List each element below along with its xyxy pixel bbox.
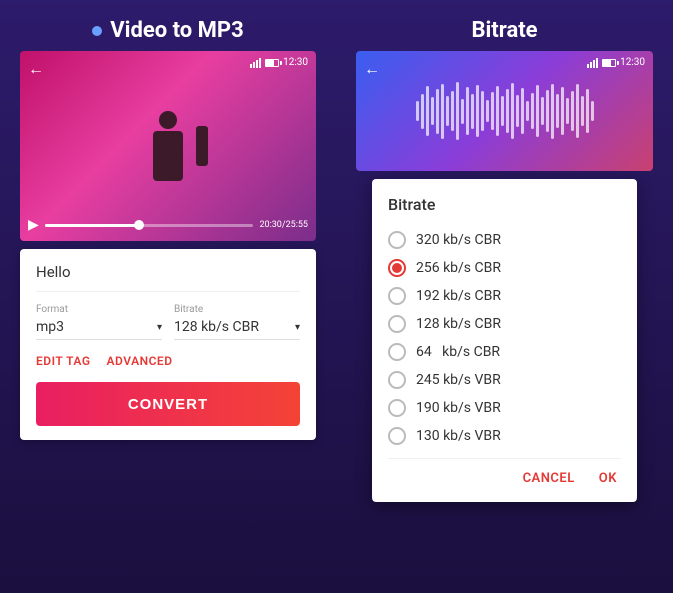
radio-button-3[interactable] — [388, 315, 406, 333]
right-panel: Bitrate 12:30 ← — [336, 0, 673, 593]
time-display: 20:30/25:55 — [259, 220, 308, 230]
bitrate-option-label-1: 256 kb/s CBR — [416, 260, 501, 276]
bitrate-value: 128 kb/s CBR — [174, 319, 291, 335]
bitrate-option-label-5: 245 kb/s VBR — [416, 372, 501, 388]
radio-button-7[interactable] — [388, 427, 406, 445]
bitrate-option-2[interactable]: 192 kb/s CBR — [388, 282, 621, 310]
play-button[interactable]: ▶ — [28, 217, 39, 233]
bitrate-option-label-2: 192 kb/s CBR — [416, 288, 501, 304]
right-panel-title: Bitrate — [471, 18, 537, 43]
left-panel-title: Video to MP3 — [92, 18, 243, 43]
bitrate-select[interactable]: 128 kb/s CBR ▾ — [174, 319, 300, 340]
bitrate-option-3[interactable]: 128 kb/s CBR — [388, 310, 621, 338]
battery-icon-right — [602, 59, 616, 67]
conversion-card: Hello Format mp3 ▾ Bitrate 128 kb/s CBR … — [20, 249, 316, 440]
bitrate-option-label-7: 130 kb/s VBR — [416, 428, 501, 444]
radio-button-2[interactable] — [388, 287, 406, 305]
audio-visualizer: 12:30 ← — [356, 51, 653, 171]
radio-button-5[interactable] — [388, 371, 406, 389]
radio-button-4[interactable] — [388, 343, 406, 361]
bitrate-option-5[interactable]: 245 kb/s VBR — [388, 366, 621, 394]
advanced-button[interactable]: ADVANCED — [107, 354, 173, 368]
dialog-actions: CANCEL OK — [388, 458, 621, 494]
bitrate-option-4[interactable]: 64 kb/s CBR — [388, 338, 621, 366]
format-bitrate-row: Format mp3 ▾ Bitrate 128 kb/s CBR ▾ — [36, 304, 300, 340]
format-select[interactable]: mp3 ▾ — [36, 319, 162, 340]
battery-icon — [265, 59, 279, 67]
cancel-button[interactable]: CANCEL — [519, 467, 579, 490]
back-button-right[interactable]: ← — [364, 59, 380, 79]
format-arrow-icon: ▾ — [157, 322, 162, 333]
bitrate-option-label-3: 128 kb/s CBR — [416, 316, 501, 332]
radio-button-1[interactable] — [388, 259, 406, 277]
music-dot-icon — [92, 26, 102, 36]
bitrate-dialog: Bitrate 320 kb/s CBR 256 kb/s CBR 192 kb… — [372, 179, 637, 502]
status-bar-right: 12:30 — [587, 57, 645, 68]
bitrate-arrow-icon: ▾ — [295, 322, 300, 333]
bitrate-option-label-4: 64 kb/s CBR — [416, 344, 500, 360]
format-label: Format — [36, 304, 162, 315]
bitrate-dropdown-group: Bitrate 128 kb/s CBR ▾ — [174, 304, 300, 340]
bitrate-option-7[interactable]: 130 kb/s VBR — [388, 422, 621, 450]
radio-button-0[interactable] — [388, 231, 406, 249]
bitrate-option-6[interactable]: 190 kb/s VBR — [388, 394, 621, 422]
convert-button[interactable]: CONVERT — [36, 382, 300, 426]
bitrate-option-label-6: 190 kb/s VBR — [416, 400, 501, 416]
bitrate-option-1[interactable]: 256 kb/s CBR — [388, 254, 621, 282]
video-player[interactable]: 12:30 ← ▶ 20:30/25:55 — [20, 51, 316, 241]
format-dropdown-group: Format mp3 ▾ — [36, 304, 162, 340]
video-silhouette — [138, 111, 198, 211]
progress-bar[interactable] — [45, 224, 254, 227]
card-actions: EDIT TAG ADVANCED — [36, 354, 300, 368]
format-value: mp3 — [36, 319, 153, 335]
dialog-title: Bitrate — [388, 195, 621, 214]
waveform-display — [416, 81, 594, 141]
signal-icon — [250, 58, 261, 68]
signal-icon-right — [587, 58, 598, 68]
left-panel: Video to MP3 12:30 ← ▶ — [0, 0, 336, 593]
bitrate-option-0[interactable]: 320 kb/s CBR — [388, 226, 621, 254]
radio-button-6[interactable] — [388, 399, 406, 417]
filename-text: Hello — [36, 263, 300, 292]
edit-tag-button[interactable]: EDIT TAG — [36, 354, 91, 368]
bitrate-option-label-0: 320 kb/s CBR — [416, 232, 501, 248]
bitrate-label: Bitrate — [174, 304, 300, 315]
back-button-video[interactable]: ← — [28, 59, 44, 79]
play-controls: ▶ 20:30/25:55 — [28, 217, 308, 233]
ok-button[interactable]: OK — [595, 467, 621, 490]
status-bar-left: 12:30 — [250, 57, 308, 68]
